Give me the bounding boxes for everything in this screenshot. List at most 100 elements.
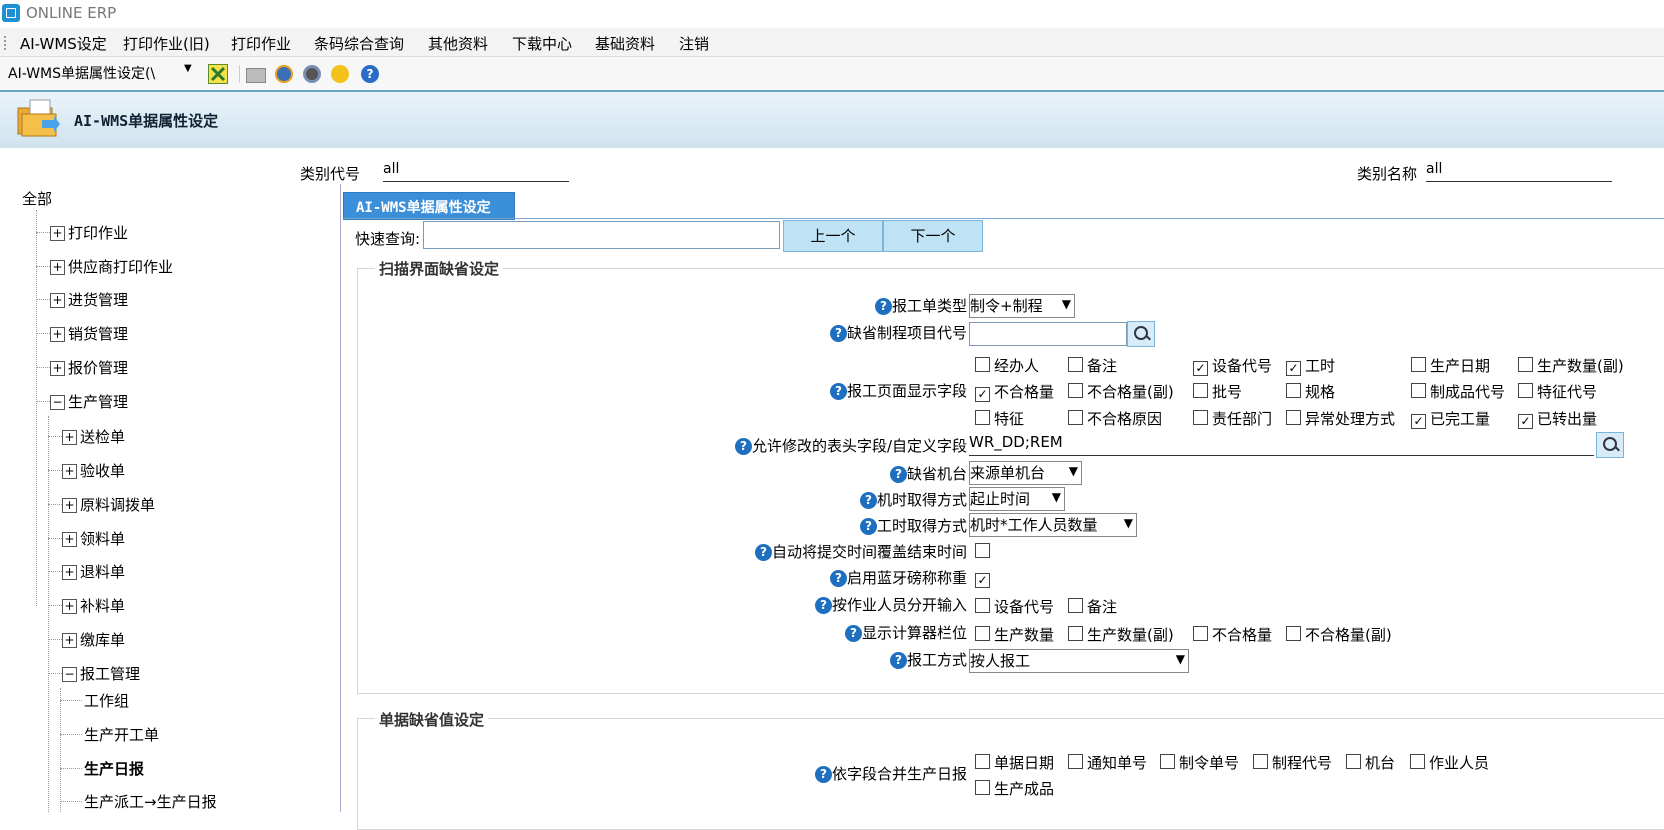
display-field-checkbox[interactable]: 责任部门 (1193, 408, 1272, 429)
display-field-checkbox[interactable]: 批号 (1193, 381, 1242, 402)
display-field-checkbox[interactable]: 生产数量(副) (1518, 355, 1624, 376)
tree-root[interactable]: 全部 (22, 188, 52, 209)
help-icon[interactable]: ? (859, 518, 877, 535)
checkbox-box[interactable] (1068, 357, 1083, 372)
expand-icon[interactable]: + (50, 361, 65, 376)
auto-cover-checkbox[interactable] (975, 543, 994, 561)
expand-icon[interactable]: + (62, 430, 77, 445)
quick-search-input[interactable] (423, 221, 780, 249)
help-icon[interactable]: ? (829, 383, 847, 400)
keyboard-icon[interactable] (246, 68, 266, 83)
display-field-checkbox[interactable]: 生产日期 (1411, 355, 1490, 376)
tree-item-material-transfer[interactable]: + 原料调拨单 (62, 494, 155, 515)
module-select[interactable]: AI-WMS单据属性设定(\ ▼ (8, 63, 194, 83)
menu-logout[interactable]: 注销 (679, 33, 709, 54)
help-icon[interactable]: ? (814, 597, 832, 614)
merge-field-checkbox[interactable]: 通知单号 (1068, 752, 1147, 773)
merge-field-checkbox[interactable]: 制令单号 (1160, 752, 1239, 773)
next-button[interactable]: 下一个 (883, 220, 983, 252)
refresh-icon[interactable] (331, 65, 349, 83)
tree-item-supplement[interactable]: + 补料单 (62, 595, 125, 616)
menu-print[interactable]: 打印作业 (231, 33, 291, 54)
help-icon[interactable]: ? (859, 492, 877, 509)
tree-item-production[interactable]: − 生产管理 (50, 391, 128, 412)
menu-ai-wms[interactable]: AI-WMS设定 (20, 33, 107, 54)
menu-basic[interactable]: 基础资料 (595, 33, 655, 54)
checkbox-box[interactable]: ✓ (1286, 361, 1301, 376)
checkbox-box[interactable] (1068, 754, 1083, 769)
work-time-select[interactable]: 机时*工作人员数量 ▼ (969, 513, 1137, 537)
expand-icon[interactable]: + (50, 327, 65, 342)
help-icon[interactable]: ? (734, 438, 752, 455)
merge-field-checkbox[interactable]: 作业人员 (1410, 752, 1489, 773)
lookup-icon[interactable] (1127, 321, 1155, 347)
help-icon[interactable]: ? (829, 570, 847, 587)
expand-icon[interactable]: + (50, 226, 65, 241)
split-input-equipment-checkbox[interactable]: 设备代号 (975, 596, 1054, 617)
display-field-checkbox[interactable]: ✓ 设备代号 (1193, 355, 1272, 376)
menu-download[interactable]: 下载中心 (512, 33, 572, 54)
expand-icon[interactable]: + (62, 565, 77, 580)
display-field-checkbox[interactable]: ✓ 已转出量 (1518, 408, 1597, 429)
menu-other[interactable]: 其他资料 (428, 33, 488, 54)
checkbox-box[interactable] (1068, 383, 1083, 398)
split-input-remark-checkbox[interactable]: 备注 (1068, 596, 1117, 617)
checkbox-box[interactable] (1518, 383, 1533, 398)
tree-item-workgroup[interactable]: 工作组 (84, 690, 129, 711)
menu-barcode-query[interactable]: 条码综合查询 (314, 33, 404, 54)
help-icon[interactable]: ? (889, 652, 907, 669)
tree-item-start-order[interactable]: 生产开工单 (84, 724, 159, 745)
tree-item-return[interactable]: + 退料单 (62, 561, 125, 582)
expand-icon[interactable]: + (62, 532, 77, 547)
display-field-checkbox[interactable]: ✓ 不合格量 (975, 381, 1054, 402)
checkbox-box[interactable] (1286, 410, 1301, 425)
browser-icon[interactable] (275, 65, 293, 83)
expand-icon[interactable]: + (50, 293, 65, 308)
tree-item-accept[interactable]: + 验收单 (62, 460, 125, 481)
checkbox-box[interactable] (1253, 754, 1268, 769)
tree-item-quote[interactable]: + 报价管理 (50, 357, 128, 378)
tree-item-sales[interactable]: + 销货管理 (50, 323, 128, 344)
machine-time-select[interactable]: 起止时间 ▼ (969, 487, 1065, 511)
help-icon[interactable]: ? (829, 325, 847, 342)
default-machine-select[interactable]: 来源单机台 ▼ (969, 461, 1082, 485)
checkbox-box[interactable] (975, 410, 990, 425)
display-field-checkbox[interactable]: 制成品代号 (1411, 381, 1505, 402)
help-icon[interactable]: ? (361, 65, 379, 83)
help-icon[interactable]: ? (889, 466, 907, 483)
tab-settings[interactable]: AI-WMS单据属性设定 (343, 192, 515, 220)
checkbox-box[interactable] (1411, 357, 1426, 372)
checkbox-box[interactable] (1411, 383, 1426, 398)
display-field-checkbox[interactable]: ✓ 工时 (1286, 355, 1335, 376)
prev-button[interactable]: 上一个 (783, 220, 883, 252)
calculator-qty-checkbox[interactable]: 生产数量 (975, 624, 1054, 645)
merge-field-checkbox[interactable]: 生产成品 (975, 778, 1054, 799)
editable-fields-input[interactable]: WR_DD;REM (969, 433, 1594, 456)
display-field-checkbox[interactable]: 规格 (1286, 381, 1335, 402)
expand-icon[interactable]: + (62, 599, 77, 614)
merge-field-checkbox[interactable]: 单据日期 (975, 752, 1054, 773)
tree-item-dispatch-daily[interactable]: 生产派工→生产日报 (84, 791, 217, 812)
menu-print-old[interactable]: 打印作业(旧) (123, 33, 210, 54)
help-icon[interactable]: ? (754, 544, 772, 561)
checkbox-box[interactable] (1193, 383, 1208, 398)
expand-icon[interactable]: + (62, 633, 77, 648)
display-field-checkbox[interactable]: 异常处理方式 (1286, 408, 1395, 429)
help-icon[interactable]: ? (874, 298, 892, 315)
tree-item-daily-report[interactable]: 生产日报 (84, 758, 144, 779)
tree-item-storage[interactable]: + 缴库单 (62, 629, 125, 650)
display-field-checkbox[interactable]: 特征 (975, 408, 1024, 429)
merge-field-checkbox[interactable]: 制程代号 (1253, 752, 1332, 773)
tree-item-report-mgmt[interactable]: − 报工管理 (62, 663, 140, 684)
category-code-field[interactable]: all (383, 161, 569, 182)
checkbox-box[interactable] (1160, 754, 1175, 769)
display-field-checkbox[interactable]: 不合格原因 (1068, 408, 1162, 429)
checkbox-box[interactable] (1286, 383, 1301, 398)
report-mode-select[interactable]: 按人报工 ▼ (969, 649, 1189, 673)
calculator-reject-checkbox[interactable]: 不合格量 (1193, 624, 1272, 645)
checkbox-box[interactable]: ✓ (1518, 414, 1533, 429)
display-field-checkbox[interactable]: 备注 (1068, 355, 1117, 376)
category-name-field[interactable]: all (1426, 161, 1612, 182)
display-field-checkbox[interactable]: ✓ 已完工量 (1411, 408, 1490, 429)
display-field-checkbox[interactable]: 特征代号 (1518, 381, 1597, 402)
